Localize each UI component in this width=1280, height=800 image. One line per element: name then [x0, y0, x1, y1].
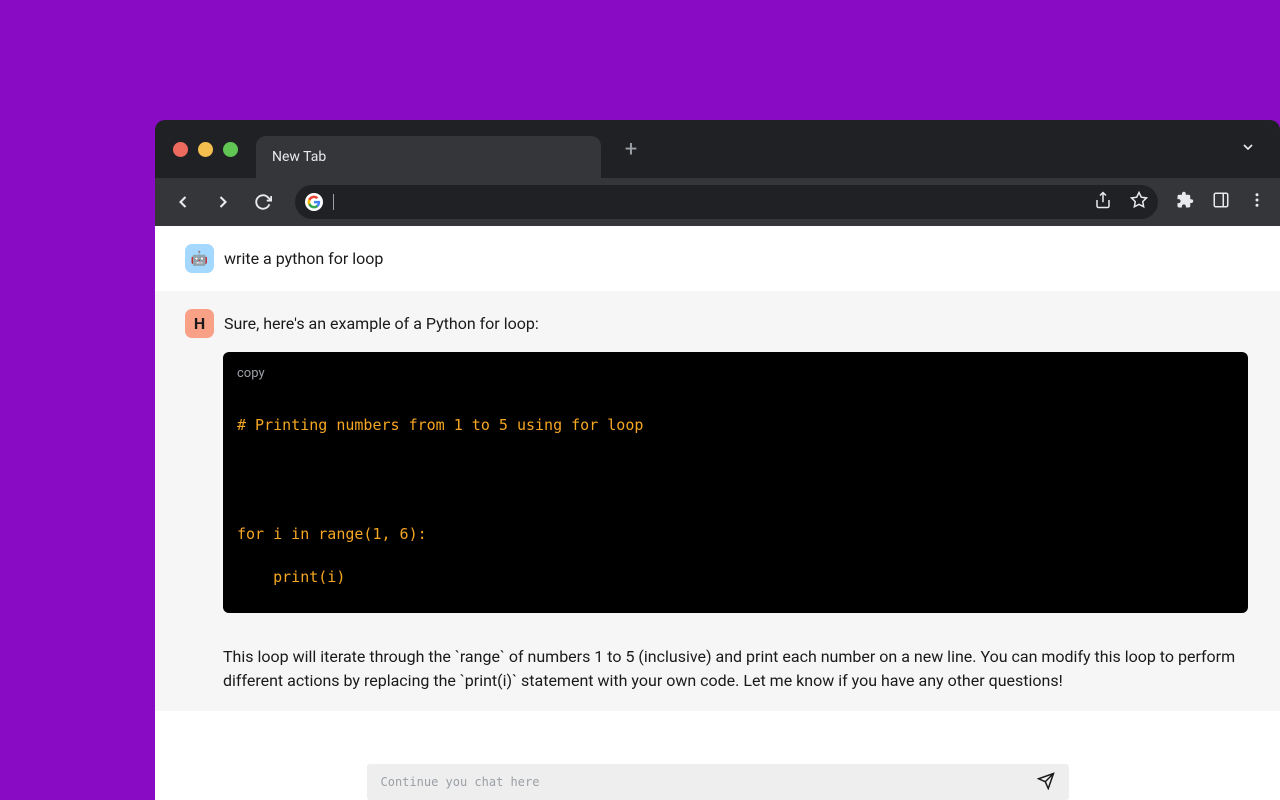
minimize-window-button[interactable] — [198, 142, 213, 157]
menu-icon[interactable] — [1248, 191, 1266, 213]
back-button[interactable] — [169, 188, 197, 216]
user-message-text: write a python for loop — [224, 244, 383, 270]
assistant-message-row: H Sure, here's an example of a Python fo… — [155, 291, 1280, 338]
google-icon — [305, 193, 323, 211]
share-icon[interactable] — [1094, 191, 1112, 213]
page-content: write a python for loop H Sure, here's a… — [155, 226, 1280, 800]
assistant-explanation-text: This loop will iterate through the `rang… — [155, 617, 1280, 693]
close-window-button[interactable] — [173, 142, 188, 157]
assistant-avatar: H — [185, 309, 214, 338]
chat-input-placeholder: Continue you chat here — [381, 775, 1037, 789]
new-tab-button[interactable]: + — [615, 133, 647, 165]
maximize-window-button[interactable] — [223, 142, 238, 157]
browser-tab[interactable]: New Tab — [256, 136, 601, 178]
user-avatar — [185, 244, 214, 273]
address-cursor — [333, 194, 334, 210]
side-panel-icon[interactable] — [1212, 191, 1230, 213]
address-bar[interactable] — [295, 185, 1158, 219]
toolbar — [155, 178, 1280, 226]
bookmark-icon[interactable] — [1130, 191, 1148, 213]
tab-title: New Tab — [272, 149, 326, 165]
code-block-container: copy # Printing numbers from 1 to 5 usin… — [223, 352, 1248, 613]
reload-button[interactable] — [249, 188, 277, 216]
user-message-row: write a python for loop — [155, 226, 1280, 291]
assistant-message-block: H Sure, here's an example of a Python fo… — [155, 291, 1280, 711]
assistant-intro-text: Sure, here's an example of a Python for … — [224, 309, 539, 335]
chat-input[interactable]: Continue you chat here — [367, 764, 1069, 800]
code-content: # Printing numbers from 1 to 5 using for… — [237, 415, 1234, 589]
tab-bar: New Tab + — [155, 120, 1280, 178]
window-controls — [173, 142, 238, 157]
extensions-icon[interactable] — [1176, 191, 1194, 213]
copy-code-button[interactable]: copy — [237, 366, 265, 381]
forward-button[interactable] — [209, 188, 237, 216]
tabs-menu-button[interactable] — [1240, 139, 1256, 159]
browser-window: New Tab + — [155, 120, 1280, 800]
chat-input-bar: Continue you chat here — [155, 758, 1280, 800]
send-icon[interactable] — [1037, 772, 1055, 793]
